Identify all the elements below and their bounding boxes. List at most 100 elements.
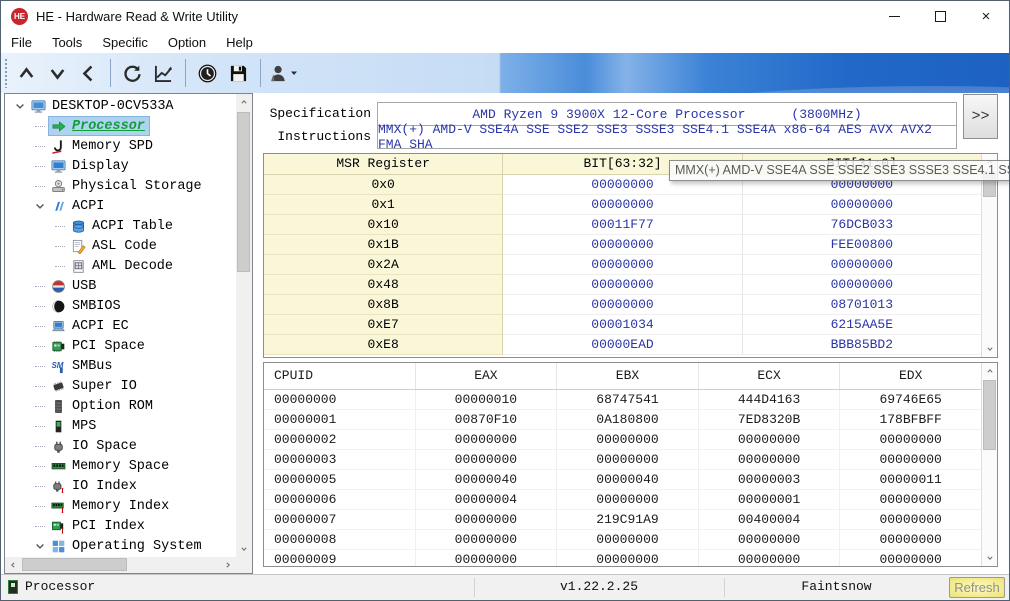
sidebar-item-memory-space[interactable]: Memory Space: [6, 456, 235, 476]
sidebar-item-label: AML Decode: [92, 259, 173, 274]
cpuid-value-cell: 00000001: [699, 490, 841, 510]
cpuid-value-cell: 00000000: [557, 550, 699, 567]
scrollbar-corner: [236, 557, 252, 573]
io-space-icon: [50, 438, 66, 454]
sidebar-item-label: Super IO: [72, 379, 137, 394]
cpuid-row[interactable]: 0000000200000000000000000000000000000000: [264, 430, 981, 450]
cpuid-row[interactable]: 0000000600000004000000000000000100000000: [264, 490, 981, 510]
refresh-button[interactable]: [117, 56, 148, 90]
msr-value-cell: 00000EAD: [503, 335, 742, 355]
cpuid-value-cell: 0A180800: [557, 410, 699, 430]
sidebar-vertical-scrollbar[interactable]: [236, 94, 252, 557]
cpuid-value-cell: 00400004: [699, 510, 841, 530]
sidebar-item-physical-storage[interactable]: Physical Storage: [6, 176, 235, 196]
cpuid-value-cell: 00000000: [416, 430, 558, 450]
save-button[interactable]: [223, 56, 254, 90]
tree-guide: [32, 498, 48, 514]
menu-file[interactable]: File: [1, 31, 42, 53]
cpuid-row[interactable]: 0000000500000040000000400000000300000011: [264, 470, 981, 490]
refresh-button[interactable]: Refresh: [949, 577, 1005, 598]
scroll-right-icon[interactable]: [220, 557, 236, 573]
sidebar-item-label: Memory Space: [72, 459, 169, 474]
scrollbar-thumb[interactable]: [22, 558, 127, 571]
scroll-down-icon[interactable]: [982, 341, 998, 357]
scroll-down-icon[interactable]: [236, 541, 252, 557]
scroll-left-icon[interactable]: [5, 557, 21, 573]
sidebar-item-option-rom[interactable]: Option ROM: [6, 396, 235, 416]
minimize-button[interactable]: [871, 1, 917, 31]
sidebar-item-label: IO Index: [72, 479, 137, 494]
msr-row[interactable]: 0xE800000EADBBB85BD2: [264, 335, 981, 355]
sidebar-item-operating-system[interactable]: Operating System: [6, 536, 235, 556]
sidebar-item-acpi-table[interactable]: ACPI Table: [6, 216, 235, 236]
sidebar-item-memory-spd[interactable]: Memory SPD: [6, 136, 235, 156]
scroll-up-icon[interactable]: [236, 94, 252, 110]
sidebar-item-desktop-0cv533a[interactable]: DESKTOP-0CV533A: [6, 96, 235, 116]
msr-vertical-scrollbar[interactable]: [981, 154, 997, 357]
title-bar[interactable]: HE HE - Hardware Read & Write Utility ×: [1, 1, 1009, 31]
sidebar-item-asl-code[interactable]: ASL Code: [6, 236, 235, 256]
expander-chevron-icon[interactable]: [12, 98, 28, 114]
expand-details-button[interactable]: >>: [963, 94, 998, 139]
cpuid-row[interactable]: 0000000300000000000000000000000000000000: [264, 450, 981, 470]
scrollbar-thumb[interactable]: [237, 112, 250, 272]
sidebar-item-label: Option ROM: [72, 399, 153, 414]
sidebar-item-super-io[interactable]: Super IO: [6, 376, 235, 396]
line-chart-button[interactable]: [148, 56, 179, 90]
cpuid-row[interactable]: 0000000900000000000000000000000000000000: [264, 550, 981, 567]
nav-down-button[interactable]: [42, 56, 73, 90]
expander-chevron-icon[interactable]: [32, 538, 48, 554]
msr-row[interactable]: 0x2A0000000000000000: [264, 255, 981, 275]
menu-tools[interactable]: Tools: [42, 31, 92, 53]
svg-text:I: I: [61, 527, 64, 534]
user-button[interactable]: [267, 56, 298, 90]
sidebar-item-mps[interactable]: MPS: [6, 416, 235, 436]
menu-specific[interactable]: Specific: [92, 31, 158, 53]
sidebar-item-display[interactable]: Display: [6, 156, 235, 176]
sidebar-item-memory-index[interactable]: IMemory Index: [6, 496, 235, 516]
cpuid-row[interactable]: 0000000700000000219C91A90040000400000000: [264, 510, 981, 530]
clock-button[interactable]: [192, 56, 223, 90]
menu-help[interactable]: Help: [216, 31, 263, 53]
cpuid-vertical-scrollbar[interactable]: [981, 363, 997, 566]
sidebar-item-io-index[interactable]: IIO Index: [6, 476, 235, 496]
sidebar-item-aml-decode[interactable]: AML Decode: [6, 256, 235, 276]
cpuid-value-cell: 00000010: [416, 390, 558, 410]
msr-row[interactable]: 0x1B00000000FEE00800: [264, 235, 981, 255]
sidebar-item-label: Memory Index: [72, 499, 169, 514]
msr-row[interactable]: 0x1000011F7776DCB033: [264, 215, 981, 235]
msr-value-cell: 76DCB033: [743, 215, 981, 235]
scroll-down-icon[interactable]: [982, 550, 998, 566]
sidebar-item-pci-index[interactable]: IPCI Index: [6, 516, 235, 536]
scroll-up-icon[interactable]: [982, 363, 998, 379]
nav-back-button[interactable]: [73, 56, 104, 90]
expander-chevron-icon[interactable]: [32, 198, 48, 214]
cpuid-row[interactable]: 000000000000001068747541444D416369746E65: [264, 390, 981, 410]
sidebar-item-acpi[interactable]: ACPI: [6, 196, 235, 216]
sidebar-item-processor[interactable]: Processor: [6, 116, 235, 136]
maximize-button[interactable]: [917, 1, 963, 31]
msr-row[interactable]: 0xE7000010346215AA5E: [264, 315, 981, 335]
msr-row[interactable]: 0x10000000000000000: [264, 195, 981, 215]
close-button[interactable]: ×: [963, 1, 1009, 31]
cpuid-row[interactable]: 0000000800000000000000000000000000000000: [264, 530, 981, 550]
sidebar-item-acpi-ec[interactable]: ACPI EC: [6, 316, 235, 336]
save-icon: [228, 63, 249, 84]
sidebar-item-smbios[interactable]: SMBIOS: [6, 296, 235, 316]
sidebar-item-io-space[interactable]: IO Space: [6, 436, 235, 456]
sidebar-horizontal-scrollbar[interactable]: [5, 557, 236, 573]
menu-option[interactable]: Option: [158, 31, 216, 53]
sidebar-item-pci-space[interactable]: PCI Space: [6, 336, 235, 356]
msr-row[interactable]: 0x8B0000000008701013: [264, 295, 981, 315]
cpuid-row[interactable]: 0000000100870F100A1808007ED8320B178BFBFF: [264, 410, 981, 430]
nav-up-button[interactable]: [11, 56, 42, 90]
sidebar-item-smbus[interactable]: SMSMBus: [6, 356, 235, 376]
cpuid-value-cell: 00000000: [699, 530, 841, 550]
cpuid-value-cell: 00000000: [557, 450, 699, 470]
msr-row[interactable]: 0x480000000000000000: [264, 275, 981, 295]
sidebar-item-usb[interactable]: USB: [6, 276, 235, 296]
window-controls: ×: [871, 1, 1009, 31]
tree-guide: [32, 478, 48, 494]
scrollbar-thumb[interactable]: [983, 380, 996, 450]
caret-down-icon[interactable]: [289, 68, 299, 78]
